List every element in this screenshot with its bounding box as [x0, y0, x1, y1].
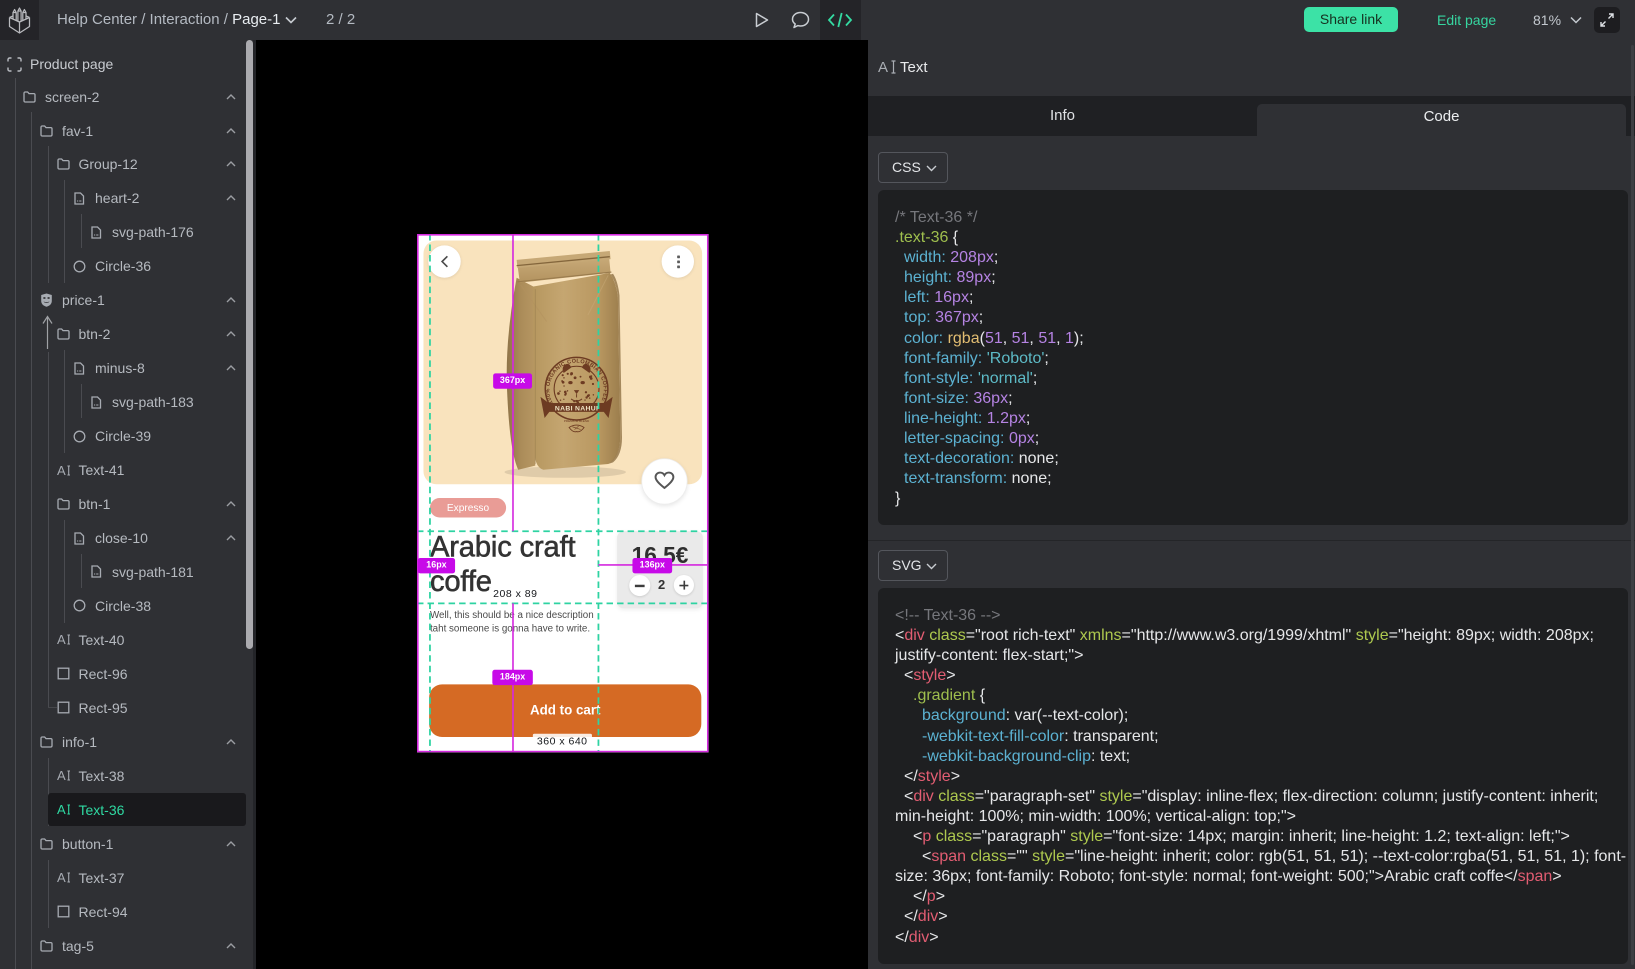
svg-text:A: A	[57, 769, 66, 782]
svg-text:A: A	[57, 464, 66, 477]
svg-text:A: A	[57, 871, 66, 884]
svg-text:A: A	[57, 803, 66, 816]
svg-text:A: A	[57, 633, 66, 646]
svg-text:A: A	[878, 59, 888, 75]
